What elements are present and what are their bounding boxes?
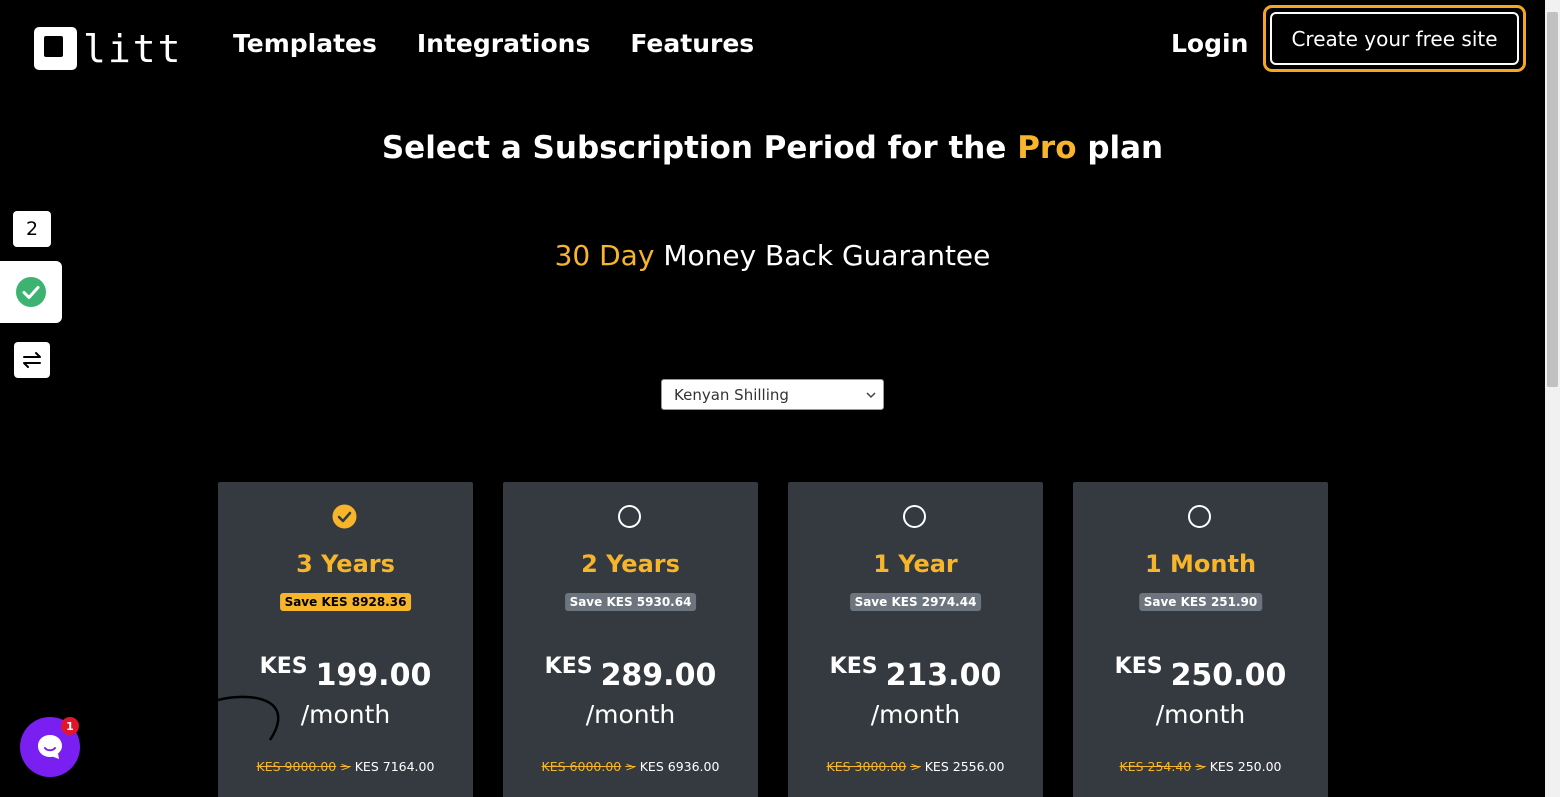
plan-name: 1 Year: [873, 550, 958, 578]
logo-text: litt: [83, 26, 183, 71]
title-suffix: plan: [1087, 130, 1164, 166]
nav-integrations[interactable]: Integrations: [417, 28, 590, 60]
plan-price: KES 199.00: [218, 650, 473, 693]
plan-name: 3 Years: [296, 550, 395, 578]
price-currency: KES: [1114, 654, 1163, 679]
plan-totals: KES 6000.00 > KES 6936.00: [503, 759, 758, 774]
login-link[interactable]: Login: [1171, 28, 1248, 60]
decorative-curve: [218, 695, 280, 741]
arrow-icon: >: [340, 759, 351, 774]
plan-card-1-year[interactable]: 1 Year Save KES 2974.44 KES 213.00 /mont…: [788, 482, 1043, 797]
old-total: KES 3000.00: [826, 759, 907, 774]
scrollbar-thumb[interactable]: [1547, 12, 1558, 387]
save-badge: Save KES 2974.44: [849, 593, 982, 611]
price-amount: 199.00: [315, 658, 432, 693]
radio-checked-icon[interactable]: [332, 504, 357, 529]
swap-widget[interactable]: [14, 342, 50, 378]
price-amount: 250.00: [1170, 658, 1287, 693]
price-currency: KES: [544, 654, 593, 679]
price-amount: 289.00: [600, 658, 717, 693]
plan-card-2-years[interactable]: 2 Years Save KES 5930.64 KES 289.00 /mon…: [503, 482, 758, 797]
plan-price: KES 250.00: [1073, 650, 1328, 693]
price-period: /month: [585, 700, 676, 729]
radio-unchecked-icon[interactable]: [1187, 504, 1212, 529]
price-period: /month: [1155, 700, 1246, 729]
logo-mark-icon: [34, 27, 77, 70]
price-currency: KES: [829, 654, 878, 679]
nav-features[interactable]: Features: [630, 28, 754, 60]
currency-selected-value: Kenyan Shilling: [674, 385, 789, 404]
plan-totals: KES 254.40 > KES 250.00: [1073, 759, 1328, 774]
old-total: KES 254.40: [1119, 759, 1192, 774]
litt-logo[interactable]: litt: [34, 27, 183, 70]
new-total: KES 2556.00: [924, 759, 1005, 774]
new-total: KES 6936.00: [639, 759, 720, 774]
check-circle-icon: [16, 277, 46, 307]
currency-select[interactable]: Kenyan Shilling: [661, 379, 884, 410]
new-total: KES 7164.00: [354, 759, 435, 774]
vertical-scrollbar[interactable]: [1545, 0, 1560, 797]
price-currency: KES: [259, 654, 308, 679]
plan-totals: KES 9000.00 > KES 7164.00: [218, 759, 473, 774]
save-badge: Save KES 8928.36: [279, 593, 412, 611]
old-total: KES 9000.00: [256, 759, 337, 774]
save-badge: Save KES 251.90: [1138, 593, 1263, 611]
plan-card-1-month[interactable]: 1 Month Save KES 251.90 KES 250.00 /mont…: [1073, 482, 1328, 797]
money-back-guarantee: 30 Day Money Back Guarantee: [0, 239, 1545, 272]
arrow-icon: >: [625, 759, 636, 774]
plan-price: KES 289.00: [503, 650, 758, 693]
guarantee-days: 30 Day: [554, 239, 655, 272]
arrow-icon: >: [910, 759, 921, 774]
main-nav: Templates Integrations Features: [233, 28, 754, 60]
cta-focus-ring: Create your free site: [1263, 5, 1526, 72]
chevron-down-icon: [866, 392, 876, 399]
old-total: KES 6000.00: [541, 759, 622, 774]
arrow-icon: >: [1195, 759, 1206, 774]
title-prefix: Select a Subscription Period for the: [381, 130, 1007, 166]
swap-arrows-icon: [23, 352, 41, 368]
plan-name: 1 Month: [1144, 550, 1257, 578]
price-amount: 213.00: [885, 658, 1002, 693]
site-header: litt Templates Integrations Features Log…: [0, 0, 1545, 90]
plan-price: KES 213.00: [788, 650, 1043, 693]
save-badge: Save KES 5930.64: [564, 593, 697, 611]
radio-unchecked-icon[interactable]: [902, 504, 927, 529]
plan-totals: KES 3000.00 > KES 2556.00: [788, 759, 1043, 774]
chat-notification-badge: 1: [61, 717, 79, 735]
chat-bubble-icon: [38, 735, 62, 759]
new-total: KES 250.00: [1209, 759, 1282, 774]
plan-card-3-years[interactable]: 3 Years Save KES 8928.36 KES 199.00 /mon…: [218, 482, 473, 797]
title-plan-name: Pro: [1017, 130, 1077, 166]
plan-name: 2 Years: [581, 550, 680, 578]
create-free-site-button[interactable]: Create your free site: [1270, 12, 1519, 65]
nav-templates[interactable]: Templates: [233, 28, 377, 60]
radio-unchecked-icon[interactable]: [617, 504, 642, 529]
price-period: /month: [870, 700, 961, 729]
page-title: Select a Subscription Period for the Pro…: [0, 130, 1545, 166]
guarantee-text: Money Back Guarantee: [663, 239, 991, 272]
